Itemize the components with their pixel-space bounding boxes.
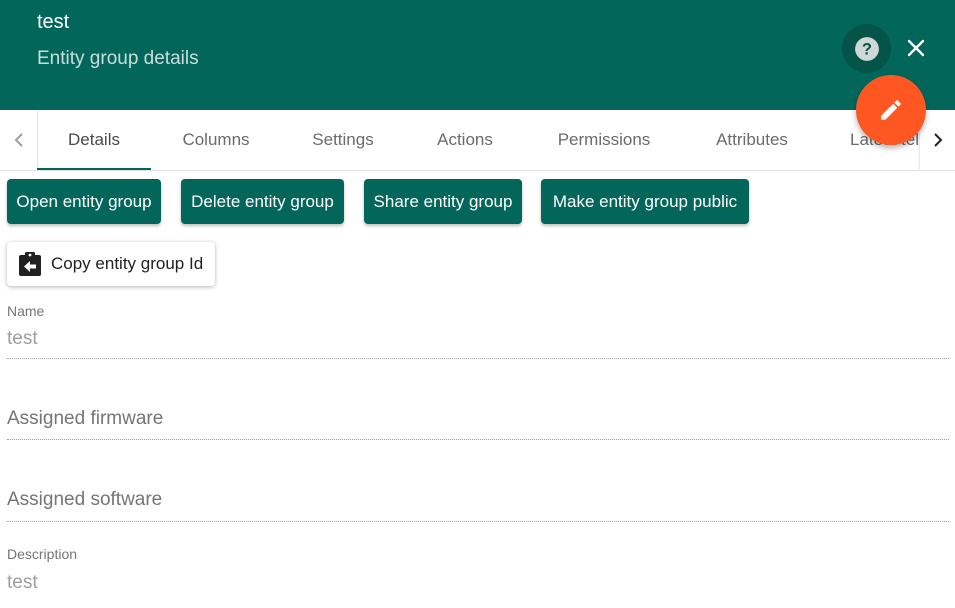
- description-value: test: [7, 572, 38, 593]
- assigned-software-placeholder: Assigned software: [7, 489, 163, 510]
- pencil-icon: [881, 100, 901, 120]
- copy-entity-group-id-label: Copy entity group Id: [51, 254, 204, 273]
- open-entity-group-button[interactable]: Open entity group: [7, 179, 161, 224]
- share-entity-group-button[interactable]: Share entity group: [364, 179, 522, 224]
- edit-fab-button[interactable]: [856, 75, 926, 145]
- delete-entity-group-button[interactable]: Delete entity group: [181, 179, 344, 224]
- tab-columns[interactable]: Columns: [160, 110, 272, 170]
- assigned-firmware-field[interactable]: Assigned firmware: [7, 400, 949, 440]
- description-field[interactable]: Description test: [7, 544, 949, 604]
- copy-entity-group-id-button[interactable]: Copy entity group Id: [7, 242, 215, 286]
- chevron-left-icon: [14, 133, 23, 147]
- chevron-right-icon: [933, 133, 942, 147]
- close-button[interactable]: [898, 30, 934, 66]
- clipboard-arrow-left-icon: [19, 252, 41, 276]
- details-header: test Entity group details ?: [0, 0, 955, 110]
- make-entity-group-public-button[interactable]: Make entity group public: [541, 179, 749, 224]
- name-field[interactable]: Name test: [7, 300, 949, 359]
- tab-scroll-left-button[interactable]: [0, 110, 37, 170]
- tab-permissions[interactable]: Permissions: [540, 110, 668, 170]
- tab-settings[interactable]: Settings: [290, 110, 396, 170]
- name-value: test: [7, 328, 38, 349]
- assigned-software-field[interactable]: Assigned software: [7, 481, 949, 522]
- name-label: Name: [7, 303, 45, 319]
- help-button[interactable]: ?: [842, 24, 891, 73]
- tab-bar: Details Columns Settings Actions Permiss…: [0, 110, 955, 171]
- tab-details[interactable]: Details: [37, 110, 151, 170]
- tab-actions[interactable]: Actions: [412, 110, 518, 170]
- description-label: Description: [7, 546, 78, 562]
- tab-attributes[interactable]: Attributes: [694, 110, 810, 170]
- entity-subtitle: Entity group details: [37, 48, 199, 69]
- assigned-firmware-placeholder: Assigned firmware: [7, 408, 164, 429]
- tab-scroll-right-button[interactable]: [920, 110, 955, 170]
- close-icon: [907, 39, 925, 57]
- entity-title: test: [37, 11, 70, 33]
- help-circle-icon: ?: [854, 36, 879, 61]
- svg-text:?: ?: [862, 40, 872, 58]
